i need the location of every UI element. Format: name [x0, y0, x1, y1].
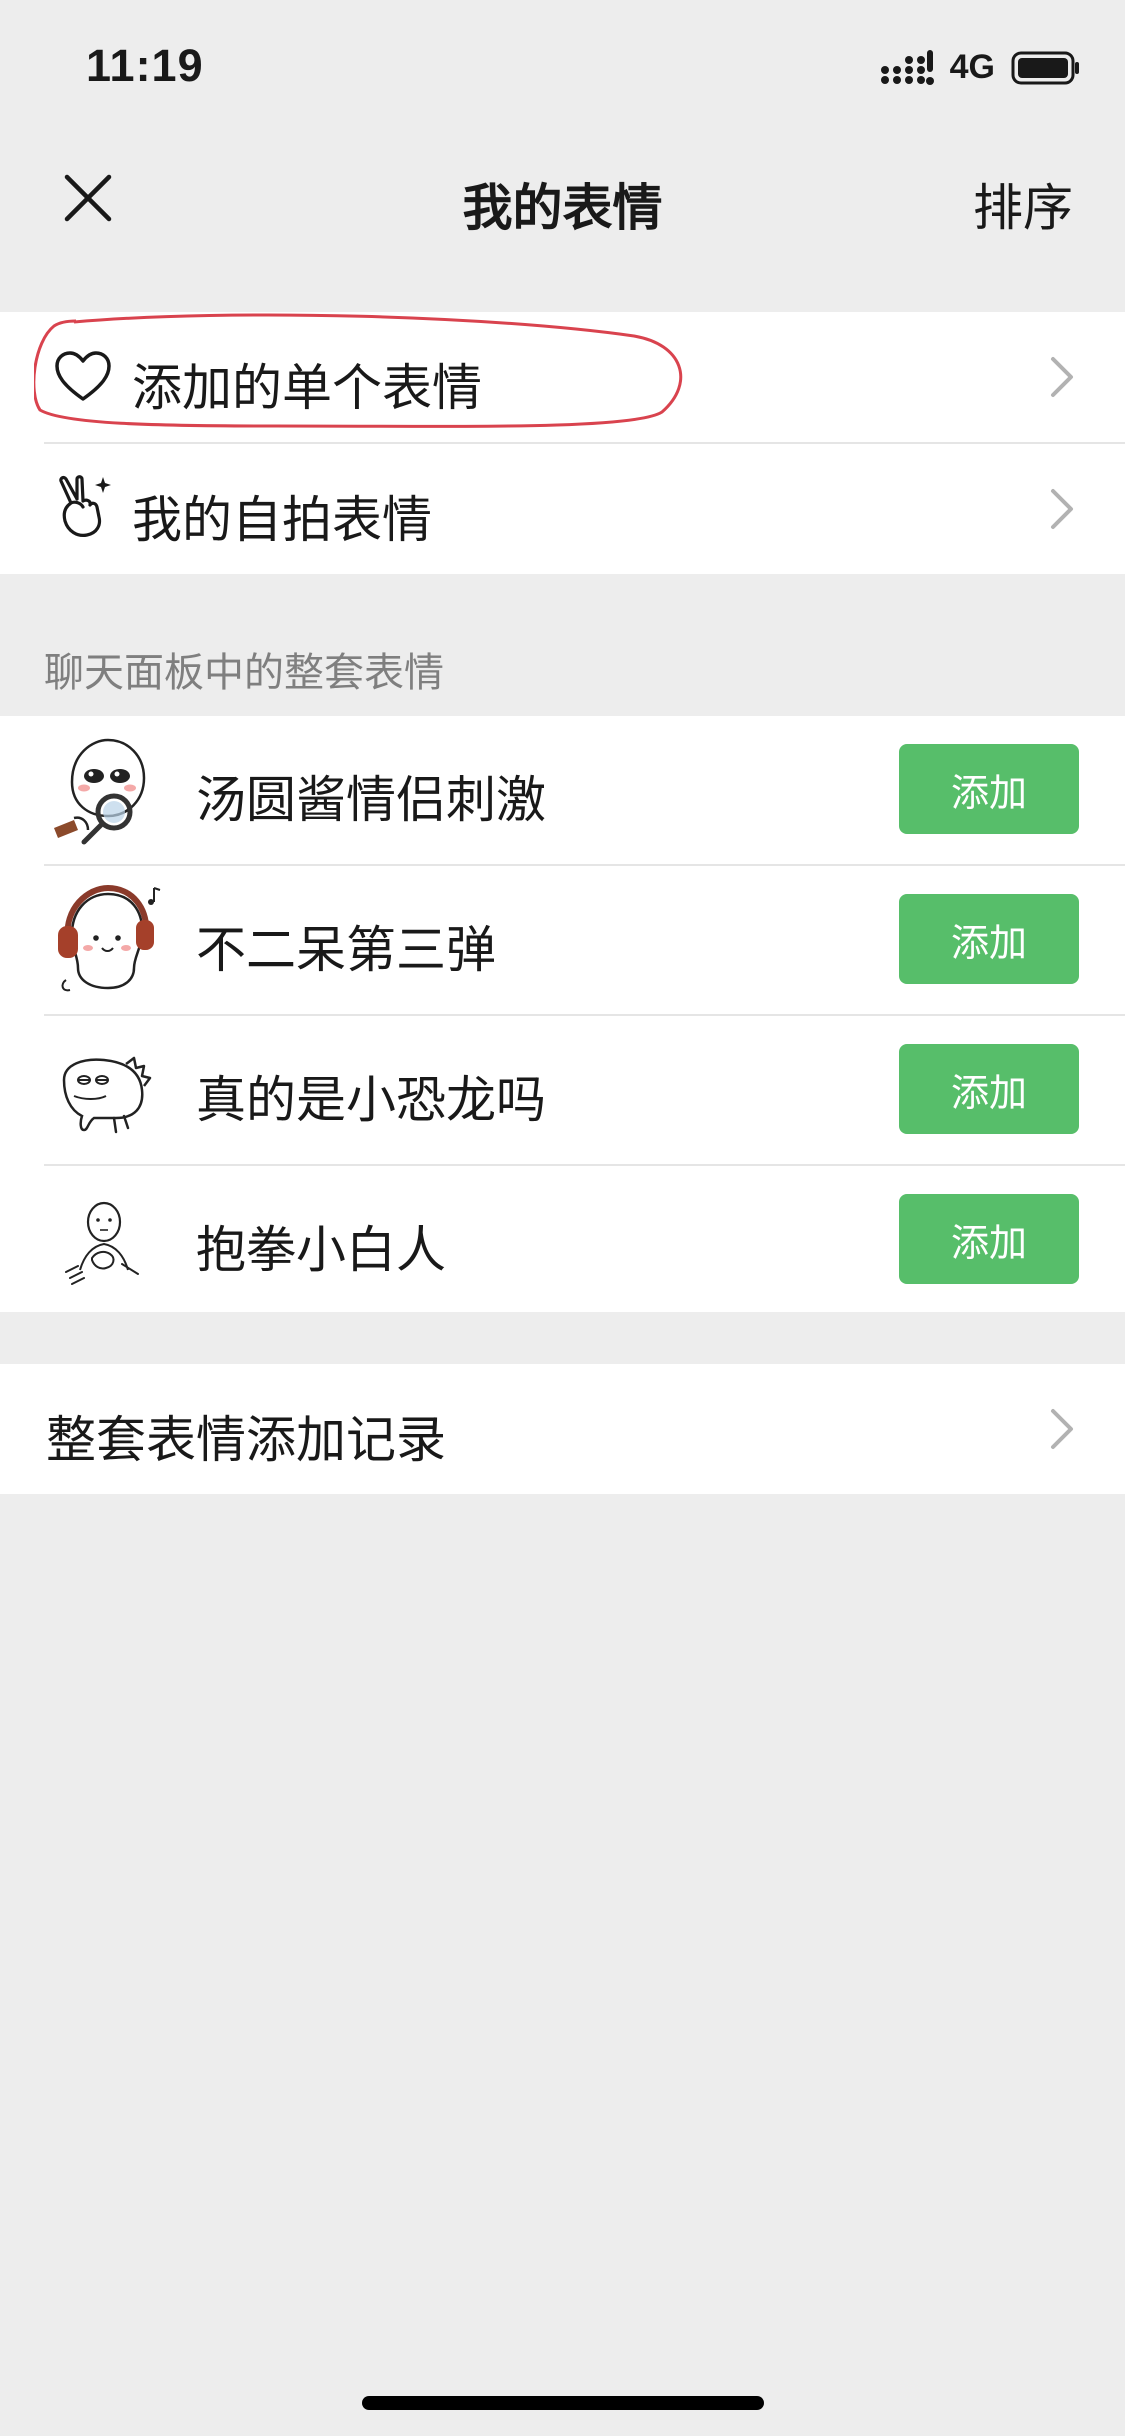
battery-icon	[1011, 51, 1079, 84]
little-dinosaur-sticker-icon	[62, 1056, 152, 1134]
navigation-bar: 我的表情 排序	[0, 132, 1125, 264]
network-type: 4G	[949, 48, 995, 86]
add-pack-button[interactable]: 添加	[899, 1194, 1079, 1284]
single-stickers-row[interactable]: 添加的单个表情	[0, 312, 1125, 442]
chevron-right-icon	[1051, 489, 1073, 529]
list-item: 抱拳小白人 添加	[0, 1166, 1125, 1312]
sticker-pack-list: 汤圆酱情侣刺激 添加 不二呆第三弹 添加 真的是小恐龙吗 添加 抱拳小白人 添加	[0, 716, 1125, 1312]
victory-hand-icon	[50, 474, 116, 540]
status-indicators: 4G	[880, 48, 1081, 87]
chevron-right-icon	[1051, 1409, 1073, 1449]
home-indicator[interactable]	[362, 2396, 764, 2410]
my-stickers-group: 添加的单个表情 我的自拍表情	[0, 312, 1125, 574]
sticker-pack-name: 抱拳小白人	[196, 1221, 446, 1279]
status-time: 11:19	[86, 40, 204, 91]
tangyuan-sticker-icon	[54, 738, 146, 845]
list-item: 汤圆酱情侣刺激 添加	[0, 716, 1125, 864]
selfie-stickers-label: 我的自拍表情	[132, 491, 432, 549]
history-group: 整套表情添加记录	[0, 1364, 1125, 1494]
sort-button[interactable]: 排序	[973, 168, 1073, 240]
section-header: 聊天面板中的整套表情	[44, 650, 444, 696]
sticker-pack-name: 汤圆酱情侣刺激	[196, 771, 546, 829]
single-stickers-label: 添加的单个表情	[132, 359, 482, 417]
add-history-label: 整套表情添加记录	[46, 1411, 446, 1469]
add-pack-button[interactable]: 添加	[899, 894, 1079, 984]
sticker-pack-name: 不二呆第三弹	[196, 921, 496, 979]
list-item: 不二呆第三弹 添加	[0, 866, 1125, 1014]
headphone-bun-sticker-icon	[58, 884, 161, 992]
signal-icon	[880, 49, 934, 85]
page-title: 我的表情	[462, 179, 663, 237]
list-item: 真的是小恐龙吗 添加	[0, 1016, 1125, 1164]
chevron-right-icon	[1051, 357, 1073, 397]
add-pack-button[interactable]: 添加	[899, 744, 1079, 834]
selfie-stickers-row[interactable]: 我的自拍表情	[0, 444, 1125, 574]
sticker-pack-name: 真的是小恐龙吗	[196, 1071, 546, 1129]
add-pack-button[interactable]: 添加	[899, 1044, 1079, 1134]
fist-salute-sticker-icon	[65, 1201, 139, 1285]
status-bar: 11:19 4G	[0, 0, 1125, 132]
add-history-row[interactable]: 整套表情添加记录	[0, 1364, 1125, 1494]
heart-icon	[50, 344, 116, 410]
